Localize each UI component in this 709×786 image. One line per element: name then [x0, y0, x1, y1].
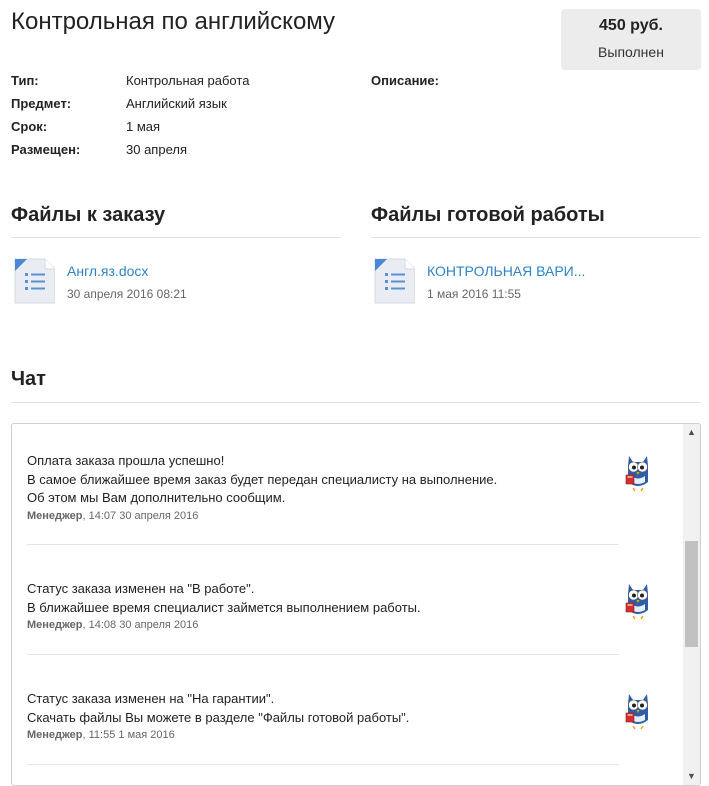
order-files-divider: [11, 237, 341, 238]
scroll-thumb[interactable]: [685, 541, 698, 647]
chat-title: Чат: [11, 368, 46, 390]
document-icon: [374, 258, 415, 304]
result-file-link[interactable]: КОНТРОЛЬНАЯ ВАРИ...: [427, 263, 585, 279]
deadline-label: Срок:: [11, 119, 48, 134]
message-divider: [27, 654, 619, 655]
scroll-down-arrow-icon[interactable]: ▼: [683, 768, 700, 785]
type-label: Тип:: [11, 73, 39, 88]
message-divider: [27, 764, 619, 765]
price-box: 450 руб. Выполнен: [561, 9, 701, 70]
order-file-date: 30 апреля 2016 08:21: [67, 287, 187, 301]
type-value: Контрольная работа: [126, 73, 250, 88]
message-author: Менеджер: [27, 619, 83, 631]
owl-icon: [625, 694, 648, 730]
result-files-divider: [371, 237, 701, 238]
message-meta: Менеджер, 14:07 30 апреля 2016: [27, 510, 619, 522]
posted-value: 30 апреля: [126, 142, 187, 157]
chat-divider: [11, 402, 701, 403]
message-divider: [27, 544, 619, 545]
posted-label: Размещен:: [11, 142, 81, 157]
message-line: Об этом мы Вам дополнительно сообщим.: [27, 490, 286, 505]
message-author: Менеджер: [27, 509, 83, 522]
subject-label: Предмет:: [11, 96, 72, 111]
message-author: Менеджер: [27, 729, 83, 741]
order-file-link[interactable]: Англ.яз.docx: [67, 263, 148, 279]
order-status: Выполнен: [598, 44, 664, 60]
result-file-date: 1 мая 2016 11:55: [427, 287, 521, 301]
order-price: 450 руб.: [599, 17, 663, 34]
scroll-up-arrow-icon[interactable]: ▲: [683, 424, 700, 441]
chat-box[interactable]: Оплата заказа прошла успешно! В самое бл…: [11, 423, 701, 786]
order-info: Тип: Контрольная работа Предмет: Английс…: [0, 0, 360, 170]
message-meta: Менеджер, 14:08 30 апреля 2016: [27, 619, 619, 631]
subject-value: Английский язык: [126, 96, 227, 111]
owl-icon: [625, 584, 648, 620]
message-line: Скачать файлы Вы можете в разделе "Файлы…: [27, 709, 410, 725]
order-file-item[interactable]: Англ.яз.docx 30 апреля 2016 08:21: [11, 257, 341, 309]
message-time: , 14:07 30 апреля 2016: [82, 509, 199, 522]
message-line: Статус заказа изменен на "В работе".: [27, 581, 255, 596]
chat-message: Статус заказа изменен на "В работе". В б…: [27, 580, 619, 631]
chat-scrollbar[interactable]: ▲ ▼: [683, 424, 700, 785]
deadline-value: 1 мая: [126, 119, 161, 134]
message-time: , 14:08 30 апреля 2016: [82, 619, 199, 631]
message-time: , 11:55 1 мая 2016: [82, 729, 175, 741]
result-files-title: Файлы готовой работы: [371, 204, 605, 226]
message-meta: Менеджер, 11:55 1 мая 2016: [27, 729, 619, 741]
chat-message: Оплата заказа прошла успешно! В самое бл…: [27, 452, 619, 522]
owl-icon: [625, 456, 648, 492]
message-line: В ближайшее время специалист займется вы…: [27, 599, 421, 615]
document-icon: [14, 258, 55, 304]
message-line: Оплата заказа прошла успешно!: [27, 453, 225, 468]
chat-message: Статус заказа изменен на "На гарантии". …: [27, 690, 619, 741]
description-label: Описание:: [371, 73, 439, 88]
message-line: Статус заказа изменен на "На гарантии".: [27, 691, 275, 706]
order-files-title: Файлы к заказу: [11, 204, 166, 226]
message-line: В самое ближайшее время заказ будет пере…: [27, 471, 498, 487]
result-file-item[interactable]: КОНТРОЛЬНАЯ ВАРИ... 1 мая 2016 11:55: [371, 257, 701, 309]
